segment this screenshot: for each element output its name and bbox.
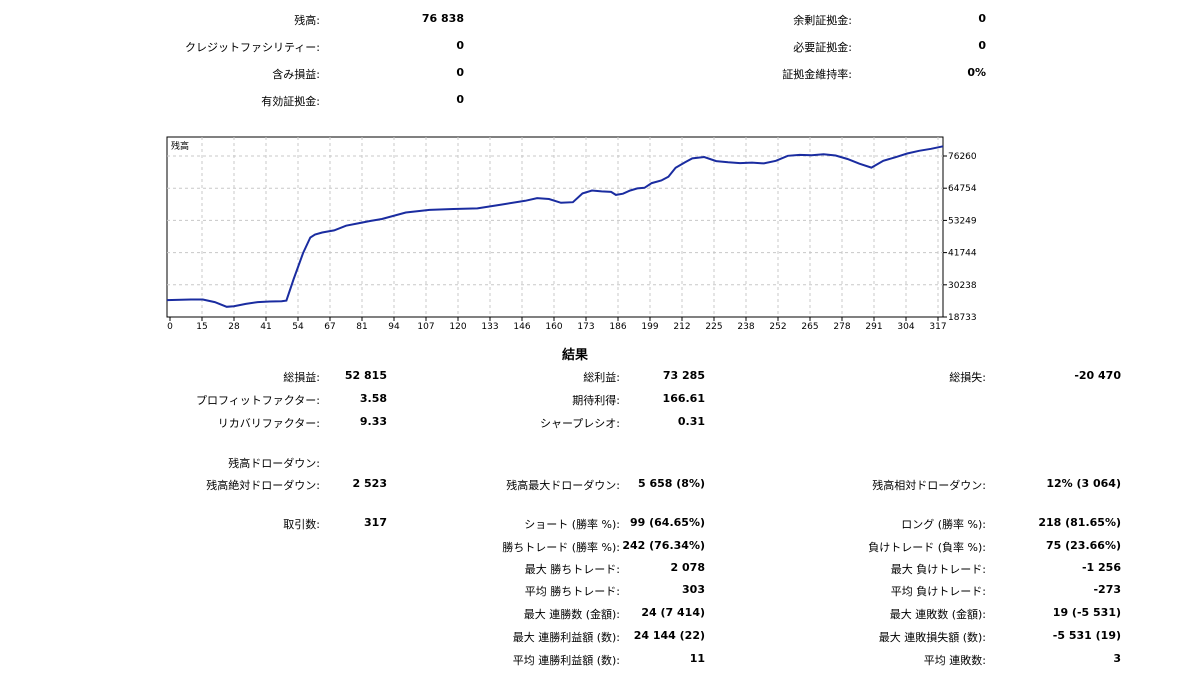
x-axis: 0 15 28 41 54 67 81 94 107 120 133 146 160 173 186 199 2… — [167, 317, 947, 332]
x-tick-label: 94 — [388, 322, 400, 332]
result-label: 残高絶対ドローダウン: — [206, 479, 320, 492]
x-tick-label: 81 — [356, 322, 367, 332]
result-label: 平均 負けトレード: — [890, 585, 986, 598]
result-label: リカバリファクター: — [217, 417, 320, 430]
y-tick-label: 30238 — [948, 281, 977, 291]
result-value: 2 078 — [670, 561, 705, 574]
x-tick-label: 225 — [705, 322, 722, 332]
x-tick-label: 107 — [417, 322, 434, 332]
result-label: 平均 連勝利益額 (数): — [512, 654, 620, 667]
result-label: 総損益: — [283, 371, 320, 384]
result-value: 0.31 — [677, 415, 705, 428]
result-value: -5 531 (19) — [1052, 629, 1121, 642]
y-axis: 76260 64754 53249 41744 30238 18733 — [943, 152, 977, 323]
result-label: 負けトレード (負率 %): — [868, 541, 986, 554]
x-tick-label: 133 — [481, 322, 498, 332]
result-label: 最大 連勝数 (金額): — [523, 608, 620, 621]
result-label: シャープレシオ: — [539, 417, 620, 430]
result-value: 166.61 — [662, 392, 705, 405]
result-label: 最大 負けトレード: — [890, 563, 986, 576]
result-label: 残高相対ドローダウン: — [872, 479, 986, 492]
x-tick-label: 28 — [228, 322, 240, 332]
balance-chart: 76260 64754 53249 41744 30238 18733 0 15 28 41 54… — [166, 136, 977, 332]
result-label: 最大 連敗損失額 (数): — [878, 631, 986, 644]
result-value: 218 (81.65%) — [1038, 516, 1121, 529]
x-tick-label: 54 — [292, 322, 304, 332]
x-tick-label: 0 — [167, 322, 173, 332]
result-label: 総利益: — [583, 371, 620, 384]
result-label: 取引数: — [283, 518, 320, 531]
result-label: ロング (勝率 %): — [901, 518, 986, 531]
x-tick-label: 317 — [929, 322, 946, 332]
x-tick-label: 212 — [673, 322, 690, 332]
result-value: 5 658 (8%) — [637, 477, 705, 490]
result-label: 期待利得: — [572, 394, 620, 407]
x-tick-label: 146 — [513, 322, 530, 332]
x-tick-label: 15 — [196, 322, 207, 332]
result-label: 最大 勝ちトレード: — [524, 563, 620, 576]
result-value: 3.58 — [359, 392, 387, 405]
x-tick-label: 291 — [865, 322, 882, 332]
result-value: 303 — [682, 583, 705, 596]
y-tick-label: 41744 — [948, 249, 977, 259]
x-tick-label: 278 — [833, 322, 850, 332]
result-label: 残高最大ドローダウン: — [506, 479, 620, 492]
result-value: 2 523 — [352, 477, 387, 490]
result-label: 残高ドローダウン: — [228, 457, 320, 470]
result-label: 総損失: — [949, 371, 986, 384]
chart-title: 残高 — [171, 140, 189, 152]
result-value: -1 256 — [1081, 561, 1121, 574]
result-value: -273 — [1093, 583, 1121, 596]
result-value: 75 (23.66%) — [1045, 539, 1121, 552]
x-tick-label: 304 — [897, 322, 914, 332]
result-label: 最大 連勝利益額 (数): — [512, 631, 620, 644]
x-tick-label: 67 — [324, 322, 335, 332]
result-value: 24 144 (22) — [633, 629, 705, 642]
x-tick-label: 186 — [609, 322, 626, 332]
y-tick-label: 76260 — [948, 152, 977, 162]
chart-plot-area — [166, 136, 944, 318]
x-tick-label: 173 — [577, 322, 594, 332]
results-heading: 結果 — [561, 348, 588, 363]
result-value: 99 (64.65%) — [629, 516, 705, 529]
result-label: 最大 連敗数 (金額): — [889, 608, 986, 621]
result-label: ショート (勝率 %): — [524, 518, 620, 531]
result-value: 9.33 — [359, 415, 387, 428]
x-tick-label: 252 — [769, 322, 786, 332]
result-label: 平均 勝ちトレード: — [524, 585, 620, 598]
y-tick-label: 18733 — [948, 313, 977, 323]
result-value: -20 470 — [1074, 369, 1121, 382]
x-tick-label: 199 — [641, 322, 658, 332]
x-tick-label: 41 — [260, 322, 271, 332]
result-label: プロフィットファクター: — [195, 394, 320, 407]
result-value: 242 (76.34%) — [622, 539, 705, 552]
x-tick-label: 160 — [545, 322, 562, 332]
y-tick-label: 64754 — [948, 184, 977, 194]
result-value: 3 — [1113, 652, 1121, 665]
result-value: 317 — [364, 516, 387, 529]
result-value: 19 (-5 531) — [1052, 606, 1121, 619]
result-value: 12% (3 064) — [1046, 477, 1121, 490]
x-tick-label: 238 — [737, 322, 754, 332]
x-tick-label: 265 — [801, 322, 818, 332]
result-value: 11 — [689, 652, 705, 665]
x-tick-label: 120 — [449, 322, 466, 332]
result-label: 平均 連敗数: — [923, 654, 986, 667]
result-label: 勝ちトレード (勝率 %): — [502, 541, 620, 554]
result-value: 73 285 — [662, 369, 705, 382]
result-value: 52 815 — [344, 369, 387, 382]
result-value: 24 (7 414) — [641, 606, 705, 619]
y-tick-label: 53249 — [948, 216, 977, 226]
